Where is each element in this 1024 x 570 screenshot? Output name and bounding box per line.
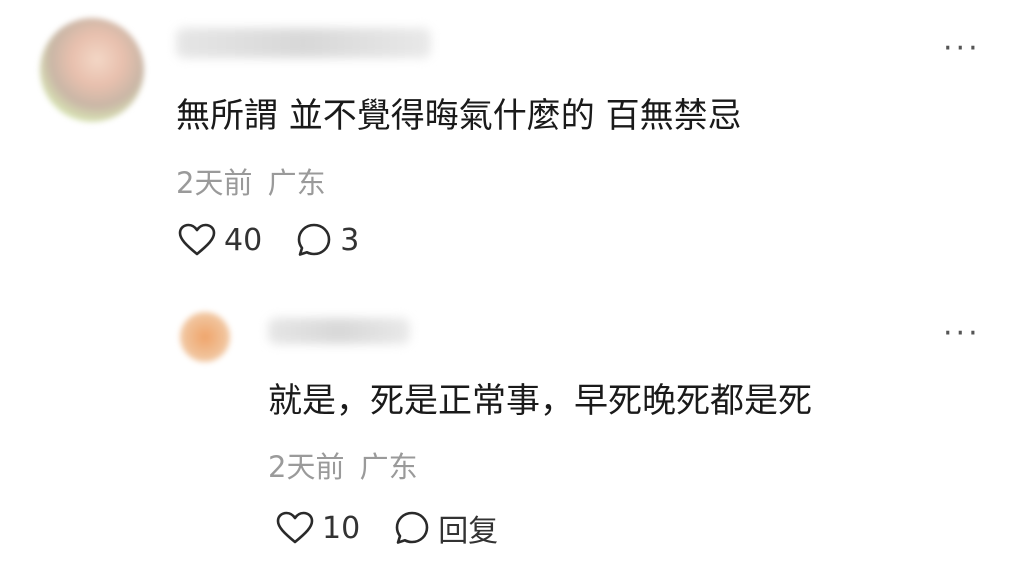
like-button[interactable]: 40	[178, 223, 262, 258]
reply-time: 2天前	[268, 450, 345, 484]
username-blurred[interactable]	[268, 318, 410, 344]
comment-actions: 40 3	[178, 222, 393, 258]
comment-text: 無所謂 並不覺得晦氣什麼的 百無禁忌	[176, 96, 742, 136]
comment-time: 2天前	[176, 166, 253, 200]
comment-meta: 2天前 广东	[176, 160, 326, 202]
reply-actions: 10 回复	[276, 506, 532, 550]
like-count: 40	[224, 222, 263, 258]
reply-text: 就是，死是正常事，早死晚死都是死	[268, 381, 812, 421]
speech-bubble-icon	[395, 511, 429, 544]
reply-button[interactable]: 3	[296, 222, 359, 258]
heart-outline-icon	[276, 511, 314, 544]
heart-outline-icon	[178, 223, 216, 256]
reply-count: 3	[340, 222, 360, 258]
reply-label: 回复	[438, 514, 499, 549]
reply-location: 广东	[359, 450, 418, 484]
more-dots-icon[interactable]: ···	[943, 319, 981, 349]
more-dots-icon[interactable]: ···	[943, 34, 981, 64]
username-blurred[interactable]	[176, 28, 431, 58]
like-count: 10	[322, 510, 361, 546]
speech-bubble-icon	[297, 223, 331, 256]
like-button[interactable]: 10	[276, 511, 360, 546]
avatar[interactable]	[180, 312, 230, 362]
reply-button[interactable]: 回复	[394, 506, 498, 550]
reply-meta: 2天前 广东	[268, 444, 418, 486]
comment-location: 广东	[267, 166, 326, 200]
avatar[interactable]	[40, 18, 144, 122]
